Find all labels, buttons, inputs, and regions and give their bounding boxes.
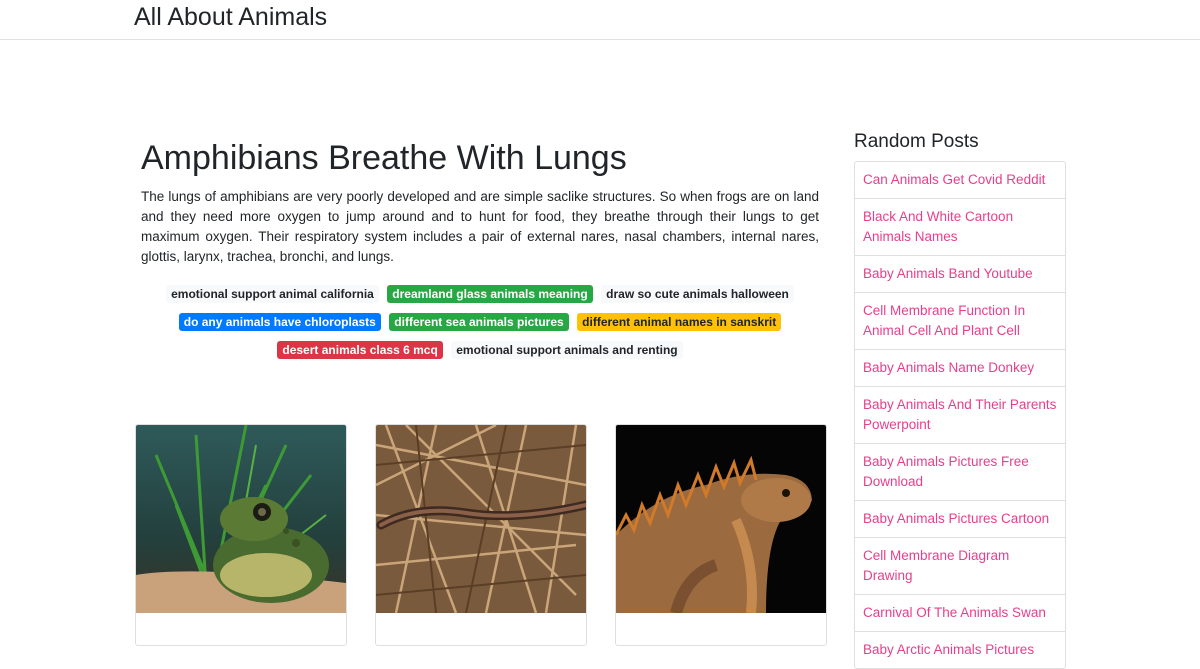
post-card-frog[interactable]: [135, 424, 347, 646]
tag-row: do any animals have chloroplasts differe…: [135, 313, 825, 341]
random-post-link[interactable]: Baby Arctic Animals Pictures: [855, 631, 1065, 668]
article: Amphibians Breathe With Lungs The lungs …: [141, 136, 819, 267]
tag-badge[interactable]: emotional support animals and renting: [451, 341, 683, 359]
random-post-link[interactable]: Cell Membrane Function In Animal Cell An…: [855, 292, 1065, 349]
tag-badge[interactable]: dreamland glass animals meaning: [387, 285, 593, 303]
random-post-link[interactable]: Can Animals Get Covid Reddit: [855, 162, 1065, 198]
sidebar-title: Random Posts: [854, 131, 979, 152]
salamander-photo[interactable]: [376, 425, 586, 613]
post-card-iguana[interactable]: [615, 424, 827, 646]
top-navbar: All About Animals: [0, 0, 1200, 40]
tag-row: emotional support animal california drea…: [135, 285, 825, 313]
post-card-salamander[interactable]: [375, 424, 587, 646]
sidebar-random-posts: Random Posts Can Animals Get Covid Reddi…: [854, 130, 1066, 669]
random-post-link[interactable]: Black And White Cartoon Animals Names: [855, 198, 1065, 255]
random-post-link[interactable]: Carnival Of The Animals Swan: [855, 594, 1065, 631]
article-body: The lungs of amphibians are very poorly …: [141, 189, 819, 264]
random-post-link[interactable]: Baby Animals Pictures Free Download: [855, 443, 1065, 500]
iguana-photo[interactable]: [616, 425, 826, 613]
tag-badge[interactable]: draw so cute animals halloween: [601, 285, 794, 303]
tag-badge[interactable]: do any animals have chloroplasts: [178, 313, 381, 331]
random-post-link[interactable]: Baby Animals Name Donkey: [855, 349, 1065, 386]
random-post-link[interactable]: Cell Membrane Diagram Drawing: [855, 537, 1065, 594]
tag-badge[interactable]: different sea animals pictures: [389, 313, 569, 331]
tag-badge[interactable]: desert animals class 6 mcq: [277, 341, 443, 359]
random-posts-list: Can Animals Get Covid Reddit Black And W…: [854, 161, 1066, 669]
tag-badge[interactable]: different animal names in sanskrit: [577, 313, 782, 331]
page-title: Amphibians Breathe With Lungs: [141, 139, 627, 177]
random-post-link[interactable]: Baby Animals Pictures Cartoon: [855, 500, 1065, 537]
random-post-link[interactable]: Baby Animals And Their Parents Powerpoin…: [855, 386, 1065, 443]
tag-row: desert animals class 6 mcq emotional sup…: [135, 341, 825, 369]
frog-photo[interactable]: [136, 425, 346, 613]
random-post-link[interactable]: Baby Animals Band Youtube: [855, 255, 1065, 292]
tag-list: emotional support animal california drea…: [135, 285, 825, 369]
site-title-link[interactable]: All About Animals: [134, 2, 327, 32]
tag-badge[interactable]: emotional support animal california: [166, 285, 379, 303]
